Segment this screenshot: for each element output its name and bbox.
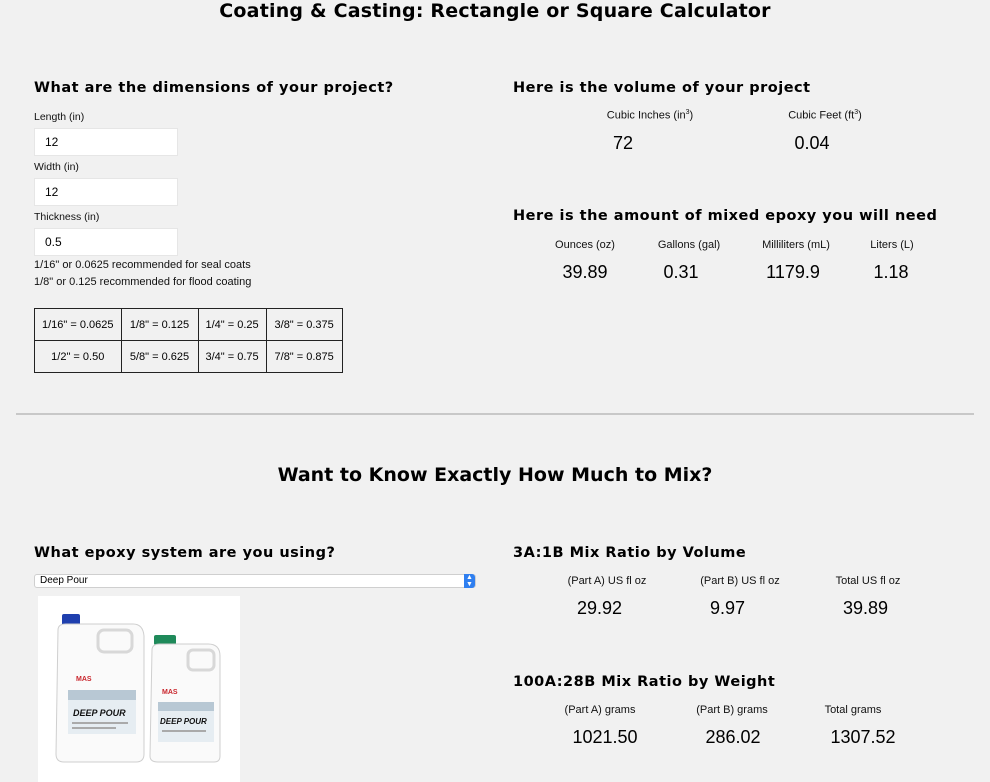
mix-section-title: Want to Know Exactly How Much to Mix? xyxy=(277,464,713,486)
table-row: 1/2" = 0.50 5/8" = 0.625 3/4" = 0.75 7/8… xyxy=(34,340,343,373)
length-label: Length (in) xyxy=(34,111,85,123)
table-cell: 1/4" = 0.25 xyxy=(197,308,267,341)
part-a-grams-label: (Part A) grams xyxy=(564,704,636,716)
table-cell: 7/8" = 0.875 xyxy=(265,340,343,373)
part-b-floz-label: (Part B) US fl oz xyxy=(700,575,780,587)
width-label: Width (in) xyxy=(34,161,79,173)
product-image: MAS DEEP POUR MAS DEEP POUR xyxy=(38,596,240,782)
brand-text-small: MAS xyxy=(162,689,178,696)
epoxy-system-select[interactable]: Deep Pour ▲ ▼ xyxy=(34,574,476,588)
dimensions-heading: What are the dimensions of your project? xyxy=(34,80,394,96)
chevron-up-down-icon: ▲ ▼ xyxy=(464,574,475,588)
milliliters-value: 1179.9 xyxy=(766,262,820,282)
product-label-small: DEEP POUR xyxy=(160,717,207,726)
table-row: 1/16" = 0.0625 1/8" = 0.125 1/4" = 0.25 … xyxy=(34,308,343,341)
gallons-label: Gallons (gal) xyxy=(657,239,721,251)
part-a-floz-value: 29.92 xyxy=(576,598,623,618)
milliliters-label: Milliliters (mL) xyxy=(762,239,830,251)
table-cell: 1/16" = 0.0625 xyxy=(34,308,122,341)
thickness-input[interactable] xyxy=(34,228,178,256)
table-cell: 1/2" = 0.50 xyxy=(34,340,122,373)
cubic-feet-value: 0.04 xyxy=(794,133,830,153)
brand-text: MAS xyxy=(76,676,92,683)
liters-label: Liters (L) xyxy=(870,239,914,251)
total-grams-label: Total grams xyxy=(824,704,882,716)
length-input[interactable] xyxy=(34,128,178,156)
flood-coat-note: 1/8" or 0.125 recommended for flood coat… xyxy=(34,276,252,288)
page-title: Coating & Casting: Rectangle or Square C… xyxy=(219,0,771,22)
volume-ratio-heading: 3A:1B Mix Ratio by Volume xyxy=(513,545,747,561)
volume-heading: Here is the volume of your project xyxy=(513,80,811,96)
table-cell: 3/8" = 0.375 xyxy=(265,308,343,341)
width-input[interactable] xyxy=(34,178,178,206)
seal-coat-note: 1/16" or 0.0625 recommended for seal coa… xyxy=(34,259,251,271)
table-cell: 1/8" = 0.125 xyxy=(120,308,199,341)
ounces-value: 39.89 xyxy=(562,262,608,282)
total-grams-value: 1307.52 xyxy=(830,727,896,747)
selected-value: Deep Pour xyxy=(40,575,88,586)
part-a-floz-label: (Part A) US fl oz xyxy=(567,575,647,587)
cubic-inches-value: 72 xyxy=(612,133,634,153)
mixed-epoxy-heading: Here is the amount of mixed epoxy you wi… xyxy=(513,208,938,224)
gallons-value: 0.31 xyxy=(663,262,699,282)
part-a-grams-value: 1021.50 xyxy=(572,727,638,747)
cubic-inches-label: Cubic Inches (in3) xyxy=(606,109,694,122)
epoxy-heading: What epoxy system are you using? xyxy=(34,545,336,561)
part-b-grams-value: 286.02 xyxy=(705,727,761,747)
fraction-conversion-table: 1/16" = 0.0625 1/8" = 0.125 1/4" = 0.25 … xyxy=(34,308,343,373)
section-divider xyxy=(16,413,974,415)
product-label: DEEP POUR xyxy=(73,708,126,718)
part-b-grams-label: (Part B) grams xyxy=(696,704,768,716)
total-floz-label: Total US fl oz xyxy=(835,575,901,587)
part-b-floz-value: 9.97 xyxy=(709,598,746,618)
cubic-feet-label: Cubic Feet (ft3) xyxy=(788,109,862,122)
ounces-label: Ounces (oz) xyxy=(555,239,615,251)
liters-value: 1.18 xyxy=(873,262,909,282)
thickness-label: Thickness (in) xyxy=(34,211,100,223)
table-cell: 3/4" = 0.75 xyxy=(197,340,267,373)
table-cell: 5/8" = 0.625 xyxy=(120,340,199,373)
deep-pour-jugs-icon: MAS DEEP POUR MAS DEEP POUR xyxy=(55,614,221,763)
total-floz-value: 39.89 xyxy=(842,598,889,618)
weight-ratio-heading: 100A:28B Mix Ratio by Weight xyxy=(513,674,776,690)
